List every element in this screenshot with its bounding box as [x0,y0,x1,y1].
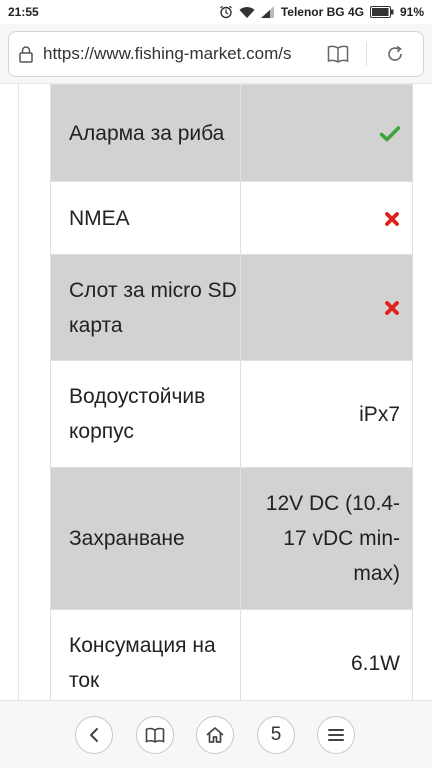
menu-button[interactable] [317,716,355,754]
spec-label: Слот за micro SD карта [50,254,241,361]
bookmarks-button[interactable] [136,716,174,754]
status-time: 21:55 [8,5,39,19]
spec-label: NMEA [50,181,241,255]
spec-value [240,84,413,182]
spec-label: Консумация на ток [50,609,241,700]
status-bar: 21:55 Telenor BG 4G 91% [0,0,432,24]
spec-value: iPx7 [240,360,413,468]
spec-table: Аларма за риба NMEA Слот за micro SD кар… [50,84,413,700]
reload-button[interactable] [367,31,423,77]
tabs-count: 5 [270,724,282,745]
browser-toolbar: https://www.fishing-market.com/s [0,24,432,84]
home-button[interactable] [196,716,234,754]
spec-value: 6.1W [240,609,413,700]
lock-icon [9,31,43,77]
reload-icon [388,45,402,61]
spec-label: Захранване [50,467,241,610]
alarm-icon [219,5,233,19]
book-icon [327,45,349,63]
back-button[interactable] [75,716,113,754]
table-row: Водоустойчив корпус iPx7 [50,360,413,468]
battery-icon [369,6,394,18]
cross-icon [385,212,399,226]
check-icon [380,126,400,142]
battery-percent: 91% [399,5,424,19]
table-row: NMEA [50,181,413,255]
spec-value: 12V DC (10.4-17 vDC min-max) [240,467,413,610]
url-text[interactable]: https://www.fishing-market.com/s [43,44,310,64]
address-bar[interactable]: https://www.fishing-market.com/s [8,31,424,77]
menu-icon [328,729,344,741]
table-row: Консумация на ток 6.1W [50,609,413,700]
reader-mode-button[interactable] [310,31,366,77]
carrier-name: Telenor BG 4G [280,5,364,19]
table-row: Слот за micro SD карта [50,254,413,361]
table-row: Захранване 12V DC (10.4-17 vDC min-max) [50,467,413,610]
spec-value [240,254,413,361]
tabs-button[interactable]: 5 [257,716,295,754]
bottom-navigation: 5 [0,700,432,768]
book-icon [145,727,165,743]
spec-label: Водоустойчив корпус [50,360,241,468]
page-divider [18,84,19,700]
wifi-icon [239,6,255,19]
status-indicators: Telenor BG 4G 91% [219,5,424,19]
spec-value [240,181,413,255]
signal-icon [260,6,275,18]
cross-icon [385,301,399,316]
spec-label: Аларма за риба [50,84,241,182]
table-row: Аларма за риба [50,84,413,182]
home-icon [206,727,224,743]
chevron-left-icon [90,728,98,742]
page-content: Аларма за риба NMEA Слот за micro SD кар… [0,84,432,700]
